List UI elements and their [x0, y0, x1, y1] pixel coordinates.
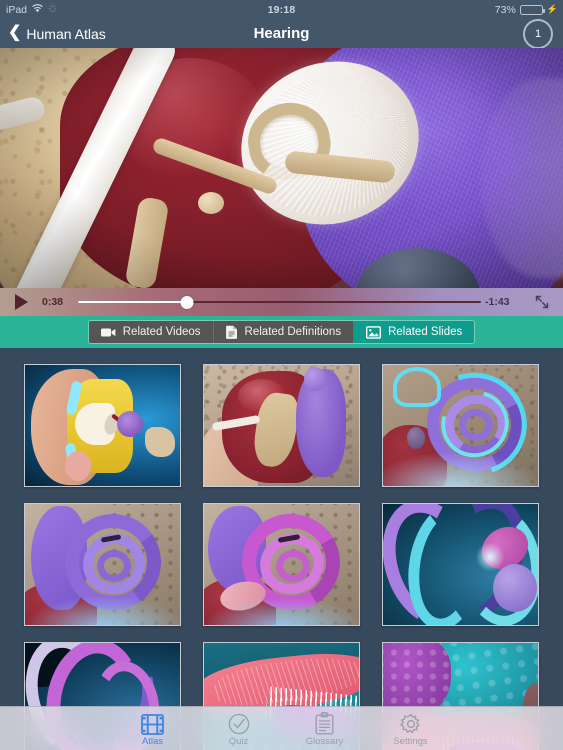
remaining-time-label: -1:43: [485, 296, 510, 308]
expand-arrows-icon: [535, 295, 549, 309]
tab-settings-label: Settings: [393, 735, 428, 747]
related-slides-grid[interactable]: [0, 348, 563, 750]
tab-quiz-label: Quiz: [228, 735, 249, 747]
tab-quiz[interactable]: Quiz: [196, 711, 282, 747]
video-frame-anatomy-middle-ear: [0, 48, 563, 288]
video-player[interactable]: [0, 48, 563, 288]
related-content-bar: Related Videos Related Definitions Relat…: [0, 316, 563, 348]
scrubber-progress: [78, 300, 187, 304]
app-root: iPad 19:18 73% ⚡ ❮ Human Atlas Hearing 1: [0, 0, 563, 750]
tab-settings[interactable]: Settings: [368, 711, 454, 747]
slide-thumbnail-semicircular-canals[interactable]: [382, 503, 539, 626]
status-bar-clock: 19:18: [267, 3, 296, 16]
slide-counter-badge[interactable]: 1: [523, 18, 553, 49]
tab-glossary[interactable]: Glossary: [282, 711, 368, 747]
segmented-control[interactable]: Related Videos Related Definitions Relat…: [87, 320, 476, 344]
lightning-bolt-icon: ⚡: [546, 4, 558, 14]
document-icon: [225, 325, 238, 339]
slide-thumbnail-outer-ear-cross-section[interactable]: [24, 364, 181, 487]
page-title: Hearing: [253, 25, 310, 42]
tab-related-videos-label: Related Videos: [122, 326, 201, 338]
status-bar-right: 73% ⚡: [495, 4, 558, 16]
player-controls: 0:38 -1:43: [0, 288, 563, 316]
picture-icon: [366, 325, 382, 339]
fullscreen-button[interactable]: [521, 294, 563, 310]
tab-glossary-label: Glossary: [305, 735, 344, 747]
tab-atlas-label: Atlas: [141, 735, 164, 747]
grid-row: [0, 487, 563, 626]
tab-atlas[interactable]: Atlas: [110, 711, 196, 747]
clipboard-icon: [315, 711, 334, 735]
battery-percent-label: 73%: [494, 3, 516, 16]
tab-bar: Atlas Quiz Glossary Settings: [0, 706, 563, 750]
tab-related-definitions-label: Related Definitions: [244, 326, 342, 338]
grid-row: [0, 348, 563, 487]
slide-counter-value: 1: [534, 27, 542, 40]
slide-thumbnail-cochlea-purple-spiral[interactable]: [24, 503, 181, 626]
play-icon: [14, 294, 28, 310]
slide-thumbnail-cochlea-magenta-spiral[interactable]: [203, 503, 360, 626]
tab-related-videos[interactable]: Related Videos: [88, 321, 214, 343]
tab-related-slides[interactable]: Related Slides: [354, 321, 475, 343]
battery-icon: [519, 4, 545, 15]
gear-icon: [399, 711, 422, 735]
current-time-label: 0:38: [42, 296, 64, 308]
video-camera-icon: [100, 327, 116, 338]
slide-thumbnail-cochlea-blue-spiral[interactable]: [382, 364, 539, 487]
navigation-bar: ❮ Human Atlas Hearing 1: [0, 18, 563, 49]
film-strip-icon: [141, 711, 164, 735]
scrubber-slider[interactable]: [78, 294, 481, 310]
check-circle-icon: [228, 711, 250, 735]
play-button[interactable]: [0, 294, 42, 310]
tab-related-definitions[interactable]: Related Definitions: [213, 321, 355, 343]
slide-thumbnail-middle-ear-ossicles[interactable]: [203, 364, 360, 487]
status-bar: iPad 19:18 73% ⚡: [0, 0, 563, 19]
scrubber-handle[interactable]: [180, 295, 194, 309]
tab-related-slides-label: Related Slides: [388, 326, 463, 338]
